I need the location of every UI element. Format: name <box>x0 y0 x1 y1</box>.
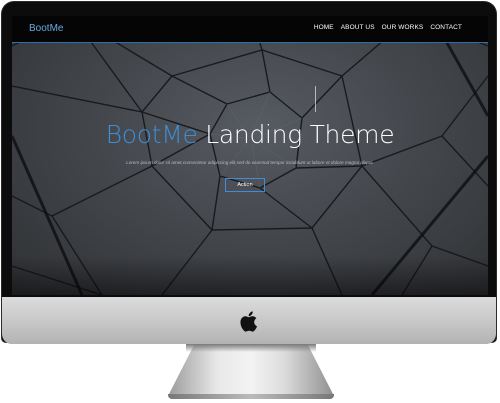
hero-action-button[interactable]: Action <box>225 178 265 192</box>
stand-shadow <box>186 344 316 352</box>
nav-link-home[interactable]: HOME <box>314 24 334 31</box>
apple-logo-icon <box>240 311 257 332</box>
nav-link-about-us[interactable]: ABOUT US <box>341 24 375 31</box>
hero-title-highlight: BootMe <box>105 120 198 149</box>
nav-link-our-works[interactable]: OUR WORKS <box>382 24 424 31</box>
brand-logo-link[interactable]: BootMe <box>29 23 63 34</box>
top-navbar: BootMe HOME ABOUT US OUR WORKS CONTACT <box>12 16 488 43</box>
decorative-line <box>315 86 316 112</box>
screen-bottom-shade <box>12 256 488 295</box>
stand-foot <box>168 394 334 399</box>
nav-link-contact[interactable]: CONTACT <box>430 24 462 31</box>
hero-title: BootMe Landing Theme <box>12 120 488 149</box>
network-background-image <box>12 16 488 295</box>
nav-menu: HOME ABOUT US OUR WORKS CONTACT <box>314 24 462 31</box>
website-screen: BootMe HOME ABOUT US OUR WORKS CONTACT B… <box>12 16 488 295</box>
hero-title-rest: Landing Theme <box>205 120 395 149</box>
hero-subtitle: Lorem ipsum dolor sit amet,consectetur a… <box>126 160 374 165</box>
